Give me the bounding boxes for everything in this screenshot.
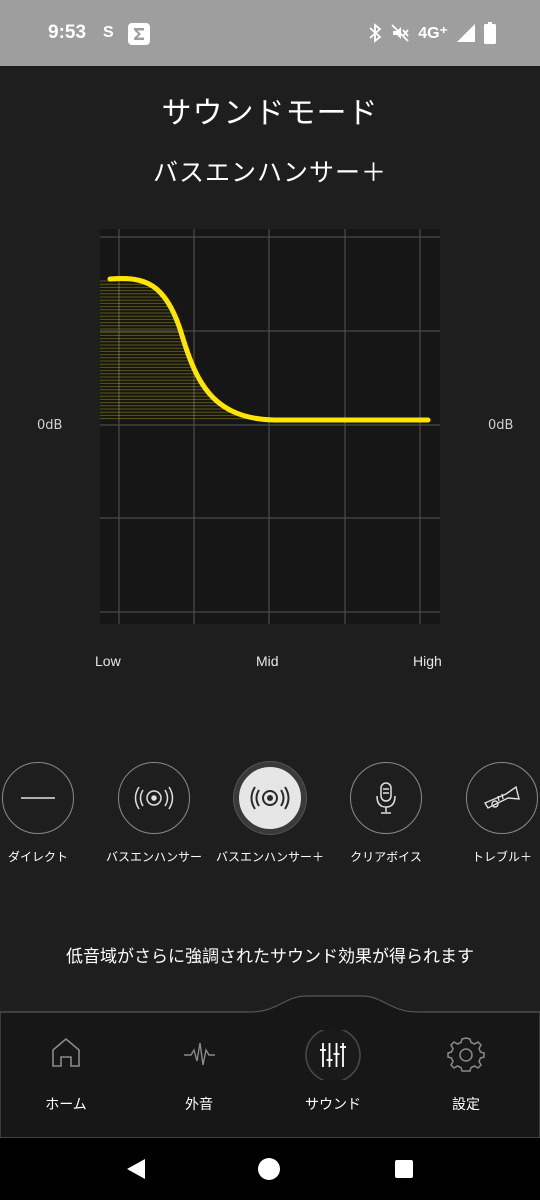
mode-button-bass-enhancer[interactable] [118, 762, 190, 834]
mode-label-bass-enhancer: バスエンハンサー [105, 850, 203, 864]
eq-curve-fill [100, 280, 257, 420]
axis-label-high: High [413, 653, 442, 669]
waveform-icon [184, 1042, 215, 1066]
mode-label-treble-plus: トレブル＋ [471, 850, 533, 864]
microphone-icon [376, 782, 396, 814]
mode-button-treble-plus[interactable] [466, 762, 538, 834]
axis-label-mid: Mid [256, 653, 279, 669]
recents-icon [395, 1160, 413, 1178]
mute-icon [391, 24, 409, 42]
nav-label-sound: サウンド [305, 1097, 361, 1113]
status-bar: 9:53 S 4G⁺ [0, 0, 540, 66]
db-label-left: 0dB [37, 418, 63, 433]
mode-button-clear-voice[interactable] [350, 762, 422, 834]
nav-label-ambient: 外音 [185, 1097, 213, 1113]
gear-icon [447, 1037, 485, 1072]
status-time: 9:53 [48, 22, 87, 43]
eq-curve-chart [100, 229, 440, 624]
app-notification-icon: S [103, 24, 114, 41]
system-nav-bar [0, 1138, 540, 1200]
nav-label-settings: 設定 [452, 1097, 480, 1113]
mode-button-bass-enhancer-plus[interactable] [234, 762, 306, 834]
speaker-waves-icon [134, 786, 174, 810]
mode-label-clear-voice: クリアボイス [350, 850, 422, 864]
page-title: サウンドモード [161, 96, 379, 131]
speaker-waves-icon [250, 786, 290, 810]
chart-grid [100, 229, 440, 624]
mode-button-direct[interactable] [2, 762, 74, 834]
signal-icon [457, 24, 475, 42]
home-icon [52, 1037, 80, 1067]
mode-description: 低音域がさらに強調されたサウンド効果が得られます [66, 947, 474, 967]
home-nav-icon [258, 1158, 280, 1180]
sigma-app-icon [128, 23, 150, 45]
bluetooth-icon [369, 23, 382, 43]
battery-icon [484, 22, 496, 44]
mode-label-direct: ダイレクト [7, 850, 69, 864]
equalizer-icon [305, 1027, 361, 1083]
network-type: 4G⁺ [418, 25, 448, 42]
axis-label-low: Low [95, 653, 121, 669]
mode-label-bass-enhancer-plus: バスエンハンサー＋ [215, 850, 325, 864]
trumpet-icon [483, 785, 520, 809]
nav-label-home: ホーム [45, 1097, 87, 1113]
selected-mode-name: バスエンハンサー＋ [152, 158, 387, 187]
db-label-right: 0dB [488, 418, 514, 433]
line-icon [21, 797, 55, 799]
status-icons: 4G⁺ [368, 20, 496, 46]
back-icon [127, 1159, 145, 1179]
